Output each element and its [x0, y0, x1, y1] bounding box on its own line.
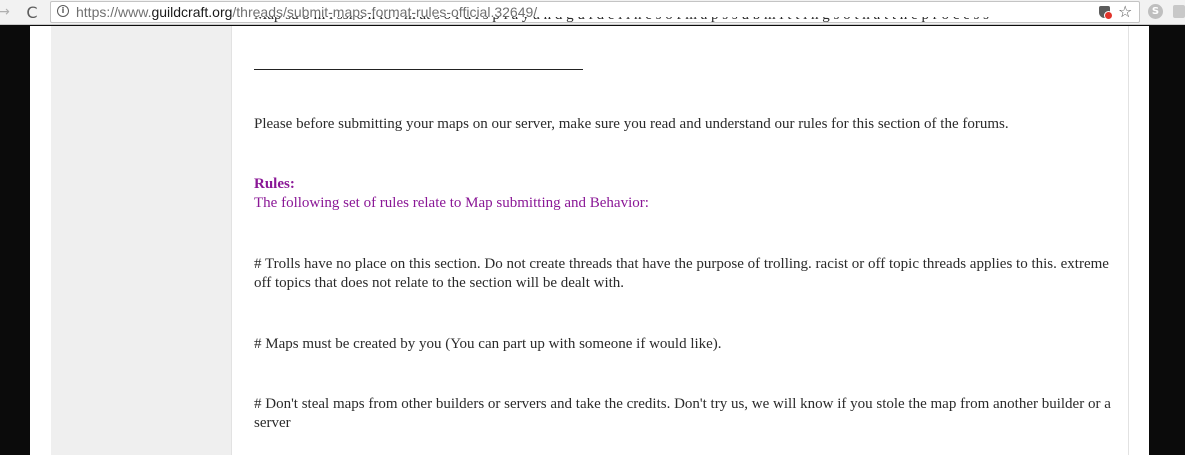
skype-extension-icon[interactable]: S [1148, 4, 1163, 19]
rules-subheading: The following set of rules relate to Map… [254, 195, 649, 211]
rules-heading: Rules: [254, 176, 295, 192]
forward-arrow-icon[interactable]: → [0, 2, 14, 22]
cut-off-text-line: Map su b m i ssi o n fo r m at s o f d i… [254, 17, 994, 29]
url-scheme: https://www. [76, 4, 152, 20]
bookmark-star-icon[interactable]: ☆ [1118, 2, 1132, 22]
post-author-sidebar [51, 26, 232, 455]
intro-paragraph: Please before submitting your maps on ou… [254, 116, 1009, 132]
url-host: guildcraft.org [151, 4, 233, 20]
blocked-content-shield-icon[interactable] [1099, 6, 1113, 20]
rule-item: # Maps must be created by you (You can p… [254, 336, 722, 352]
post-content: Map su b m i ssi o n fo r m at s o f d i… [232, 17, 1128, 455]
rule-item: # Don't steal maps from other builders o… [254, 396, 1111, 431]
rule-item: # Trolls have no place on this section. … [254, 256, 1109, 291]
extension-icon[interactable] [1173, 5, 1185, 18]
site-info-icon[interactable]: i [57, 5, 69, 17]
post-divider [254, 69, 583, 70]
page-left-margin [30, 26, 51, 455]
reload-icon[interactable]: C [22, 2, 42, 22]
page-right-margin [1128, 26, 1149, 455]
